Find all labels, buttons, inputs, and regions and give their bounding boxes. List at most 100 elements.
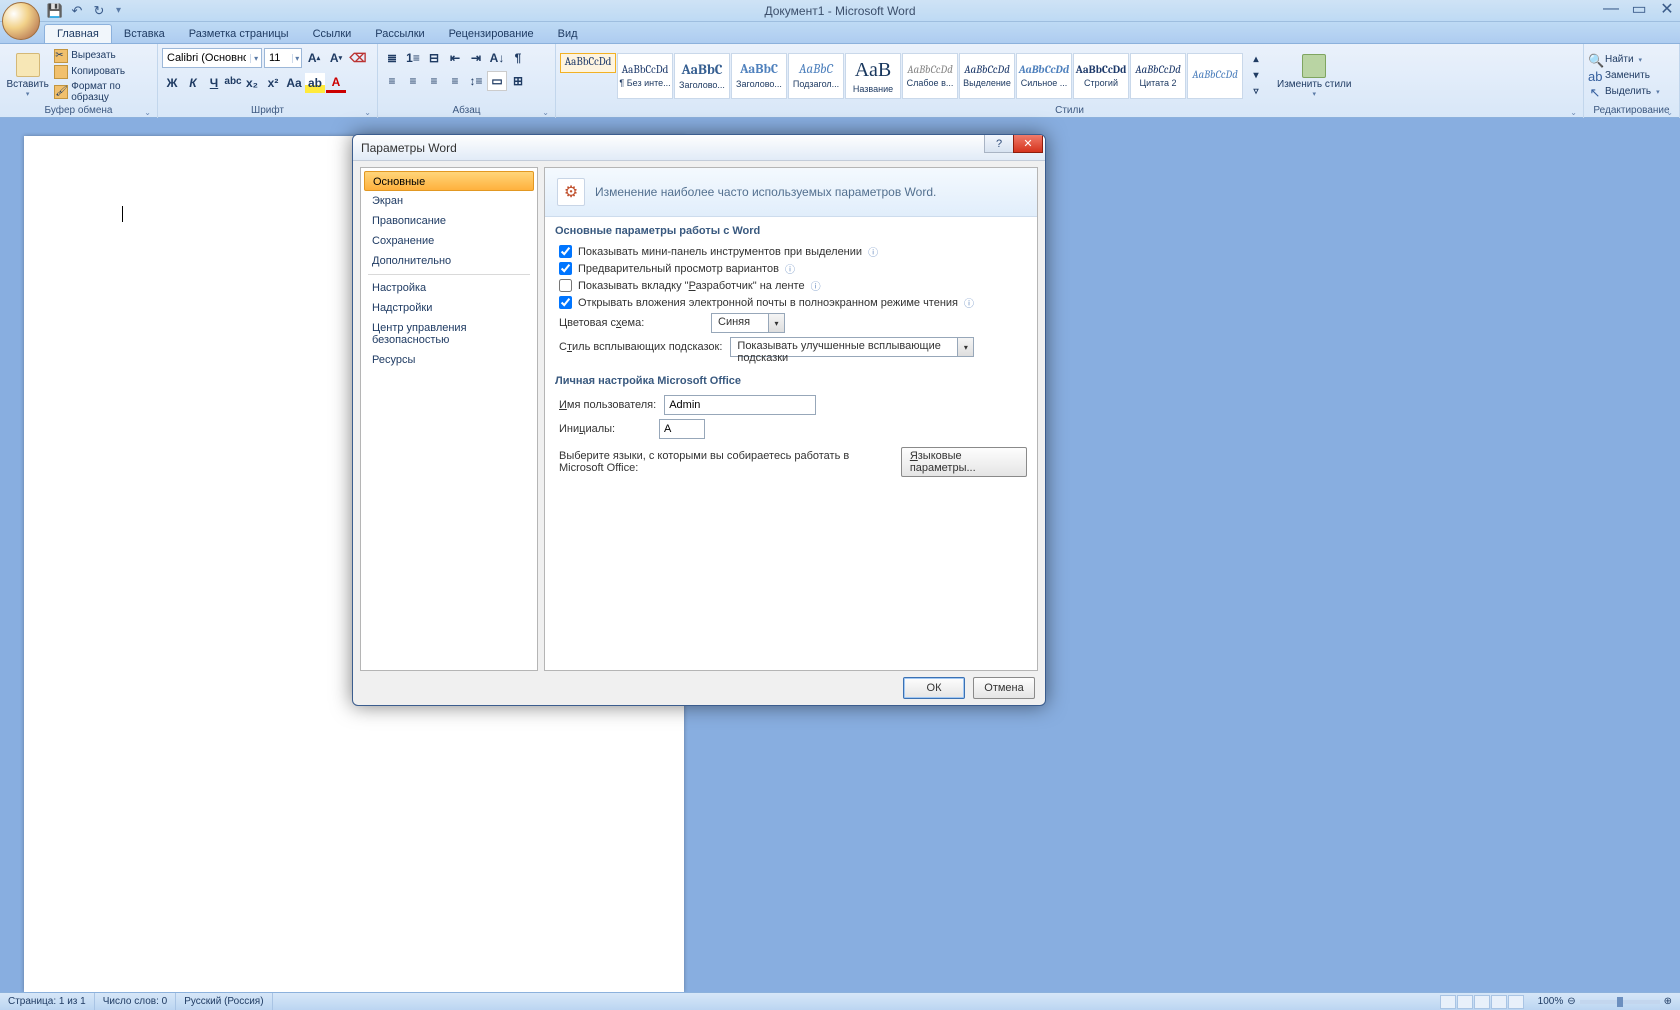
style-item[interactable]: AaBbCcDdСильное ... <box>1016 53 1072 99</box>
style-item[interactable]: AaBbCЗаголово... <box>674 53 730 99</box>
style-item[interactable]: AaBbCПодзагол... <box>788 53 844 99</box>
paste-button[interactable]: Вставить ▾ <box>4 51 51 100</box>
tab-рецензирование[interactable]: Рецензирование <box>437 25 546 43</box>
status-words[interactable]: Число слов: 0 <box>95 993 176 1010</box>
superscript-button[interactable]: x² <box>263 73 283 93</box>
find-button[interactable]: 🔍Найти▾ <box>1588 53 1660 67</box>
style-item[interactable]: АаВНазвание <box>845 53 901 99</box>
status-language[interactable]: Русский (Россия) <box>176 993 272 1010</box>
shading-button[interactable]: ▭ <box>487 71 507 91</box>
tab-вид[interactable]: Вид <box>546 25 590 43</box>
save-icon[interactable]: 💾 <box>46 2 64 20</box>
align-left-button[interactable]: ≡ <box>382 71 402 91</box>
indent-dec-button[interactable]: ⇤ <box>445 48 465 68</box>
borders-button[interactable]: ⊞ <box>508 71 528 91</box>
gallery-up-icon[interactable]: ▴ <box>1248 52 1264 68</box>
checkbox[interactable] <box>559 279 572 292</box>
numbering-button[interactable]: 1≡ <box>403 48 423 68</box>
view-draft[interactable] <box>1508 995 1524 1009</box>
qat-customize-icon[interactable]: ▾ <box>116 5 121 16</box>
info-icon[interactable]: ⓘ <box>868 244 878 259</box>
style-item[interactable]: AaBbCcDd¶ Обычный <box>560 53 616 73</box>
view-print-layout[interactable] <box>1440 995 1456 1009</box>
style-item[interactable]: AaBbCcDd¶ Без инте... <box>617 53 673 99</box>
zoom-out-button[interactable]: ⊖ <box>1567 996 1575 1007</box>
bold-button[interactable]: Ж <box>162 73 182 93</box>
chevron-down-icon[interactable]: ▾ <box>769 313 785 333</box>
font-name-combo[interactable]: ▾ <box>162 48 262 68</box>
align-center-button[interactable]: ≡ <box>403 71 423 91</box>
style-item[interactable]: AaBbCcDd <box>1187 53 1243 99</box>
style-item[interactable]: AaBbCcDdВыделение <box>959 53 1015 99</box>
option-developer-tab[interactable]: Показывать вкладку "Разработчик" на лент… <box>559 277 1027 294</box>
bullets-button[interactable]: ≣ <box>382 48 402 68</box>
view-full-reading[interactable] <box>1457 995 1473 1009</box>
minimize-button[interactable]: — <box>1602 2 1620 16</box>
nav-item[interactable]: Сохранение <box>364 231 534 251</box>
line-spacing-button[interactable]: ↕≡ <box>466 71 486 91</box>
option-live-preview[interactable]: Предварительный просмотр вариантовⓘ <box>559 260 1027 277</box>
dialog-close-button[interactable]: ✕ <box>1013 135 1043 153</box>
checkbox[interactable] <box>559 296 572 309</box>
office-button[interactable] <box>2 2 40 40</box>
style-item[interactable]: AaBbCcDdСтрогий <box>1073 53 1129 99</box>
style-item[interactable]: AaBbCЗаголово... <box>731 53 787 99</box>
color-scheme-select[interactable]: Синяя▾ <box>711 313 785 333</box>
view-web-layout[interactable] <box>1474 995 1490 1009</box>
tooltip-style-select[interactable]: Показывать улучшенные всплывающие подска… <box>730 337 974 357</box>
grow-font-button[interactable]: A▴ <box>304 48 324 68</box>
justify-button[interactable]: ≡ <box>445 71 465 91</box>
username-input[interactable] <box>664 395 816 415</box>
chevron-down-icon[interactable]: ▾ <box>958 337 974 357</box>
copy-button[interactable]: Копировать <box>54 65 153 79</box>
show-marks-button[interactable]: ¶ <box>508 48 528 68</box>
tab-главная[interactable]: Главная <box>44 24 112 43</box>
tab-рассылки[interactable]: Рассылки <box>363 25 436 43</box>
italic-button[interactable]: К <box>183 73 203 93</box>
info-icon[interactable]: ⓘ <box>785 261 795 276</box>
shrink-font-button[interactable]: A▾ <box>326 48 346 68</box>
chevron-down-icon[interactable]: ▾ <box>292 54 301 63</box>
subscript-button[interactable]: x₂ <box>242 73 262 93</box>
multilevel-button[interactable]: ⊟ <box>424 48 444 68</box>
highlight-button[interactable]: ab <box>305 73 325 93</box>
tab-вставка[interactable]: Вставка <box>112 25 177 43</box>
format-painter-button[interactable]: 🖌Формат по образцу <box>54 81 153 103</box>
ok-button[interactable]: ОК <box>903 677 965 699</box>
zoom-in-button[interactable]: ⊕ <box>1664 996 1672 1007</box>
nav-item[interactable]: Основные <box>364 171 534 191</box>
nav-item[interactable]: Дополнительно <box>364 251 534 271</box>
redo-icon[interactable]: ↻ <box>90 2 108 20</box>
style-item[interactable]: AaBbCcDdЦитата 2 <box>1130 53 1186 99</box>
close-button[interactable]: ✕ <box>1658 2 1676 16</box>
sort-button[interactable]: A↓ <box>487 48 507 68</box>
nav-item[interactable]: Центр управления безопасностью <box>364 318 534 350</box>
style-gallery[interactable]: AaBbCcDd¶ ОбычныйAaBbCcDd¶ Без инте...Aa… <box>560 53 1243 99</box>
nav-item[interactable]: Экран <box>364 191 534 211</box>
checkbox[interactable] <box>559 245 572 258</box>
strike-button[interactable]: abc <box>225 73 241 89</box>
nav-item[interactable]: Ресурсы <box>364 350 534 370</box>
info-icon[interactable]: ⓘ <box>811 278 821 293</box>
status-page[interactable]: Страница: 1 из 1 <box>0 993 95 1010</box>
info-icon[interactable]: ⓘ <box>964 295 974 310</box>
cut-button[interactable]: ✂Вырезать <box>54 49 153 63</box>
indent-inc-button[interactable]: ⇥ <box>466 48 486 68</box>
dialog-title-bar[interactable]: Параметры Word ? ✕ <box>353 135 1045 161</box>
option-mini-toolbar[interactable]: Показывать мини-панель инструментов при … <box>559 243 1027 260</box>
nav-item[interactable]: Правописание <box>364 211 534 231</box>
gallery-more-icon[interactable]: ▿ <box>1248 84 1264 100</box>
maximize-button[interactable]: ▭ <box>1630 2 1648 16</box>
undo-icon[interactable]: ↶ <box>68 2 86 20</box>
tab-ссылки[interactable]: Ссылки <box>301 25 364 43</box>
align-right-button[interactable]: ≡ <box>424 71 444 91</box>
nav-item[interactable]: Настройка <box>364 278 534 298</box>
style-item[interactable]: AaBbCcDdСлабое в... <box>902 53 958 99</box>
option-email-fullscreen[interactable]: Открывать вложения электронной почты в п… <box>559 294 1027 311</box>
view-outline[interactable] <box>1491 995 1507 1009</box>
nav-item[interactable]: Надстройки <box>364 298 534 318</box>
zoom-slider[interactable] <box>1580 1000 1660 1004</box>
change-case-button[interactable]: Aa <box>284 73 304 93</box>
font-color-button[interactable]: A <box>326 73 346 93</box>
select-button[interactable]: ↖Выделить▾ <box>1588 85 1660 99</box>
